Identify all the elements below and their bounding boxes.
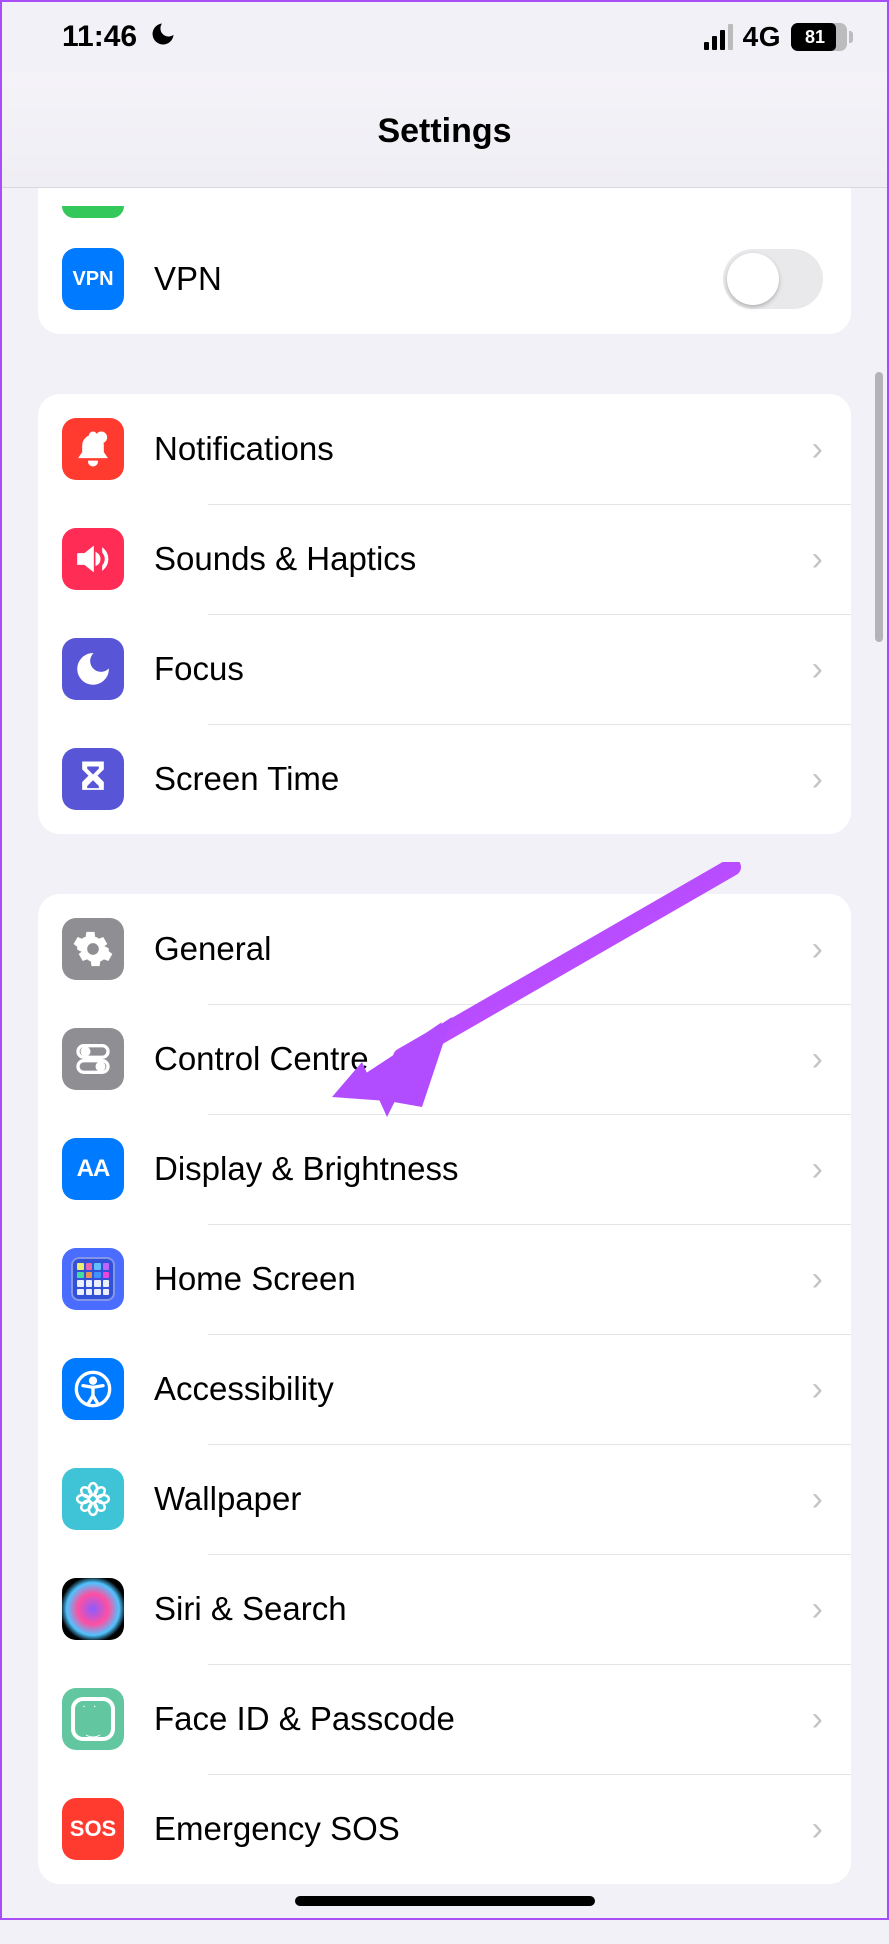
moon-icon	[62, 638, 124, 700]
row-label: Wallpaper	[154, 1480, 812, 1518]
chevron-right-icon: ›	[812, 650, 823, 689]
row-face-id-passcode[interactable]: Face ID & Passcode ›	[38, 1664, 851, 1774]
chevron-right-icon: ›	[812, 930, 823, 969]
row-label: Screen Time	[154, 760, 812, 798]
settings-group-alerts: Notifications › Sounds & Haptics › Focus…	[38, 394, 851, 834]
page-title: Settings	[2, 72, 887, 188]
sos-icon: SOS	[62, 1798, 124, 1860]
scroll-indicator	[875, 372, 883, 642]
cellular-signal-icon	[704, 24, 733, 50]
siri-icon	[62, 1578, 124, 1640]
row-notifications[interactable]: Notifications ›	[38, 394, 851, 504]
chevron-right-icon: ›	[812, 760, 823, 799]
chevron-right-icon: ›	[812, 1700, 823, 1739]
home-grid-icon	[62, 1248, 124, 1310]
network-type: 4G	[743, 21, 781, 53]
row-screen-time[interactable]: Screen Time ›	[38, 724, 851, 834]
row-label: General	[154, 930, 812, 968]
vpn-icon: VPN	[62, 248, 124, 310]
flower-icon	[62, 1468, 124, 1530]
hourglass-icon	[62, 748, 124, 810]
face-id-icon	[62, 1688, 124, 1750]
row-label: Focus	[154, 650, 812, 688]
battery-icon: 81	[791, 23, 847, 51]
chevron-right-icon: ›	[812, 540, 823, 579]
row-wallpaper[interactable]: Wallpaper ›	[38, 1444, 851, 1554]
row-general[interactable]: General ›	[38, 894, 851, 1004]
row-emergency-sos[interactable]: SOS Emergency SOS ›	[38, 1774, 851, 1884]
chevron-right-icon: ›	[812, 1370, 823, 1409]
status-time: 11:46	[62, 20, 137, 54]
text-size-icon: AA	[62, 1138, 124, 1200]
row-label: Sounds & Haptics	[154, 540, 812, 578]
accessibility-icon	[62, 1358, 124, 1420]
chevron-right-icon: ›	[812, 1260, 823, 1299]
battery-percent: 81	[787, 27, 843, 48]
row-display-brightness[interactable]: AA Display & Brightness ›	[38, 1114, 851, 1224]
personal-hotspot-icon-partial	[62, 206, 124, 218]
do-not-disturb-icon	[149, 20, 177, 55]
chevron-right-icon: ›	[812, 1040, 823, 1079]
chevron-right-icon: ›	[812, 1590, 823, 1629]
row-sounds-haptics[interactable]: Sounds & Haptics ›	[38, 504, 851, 614]
gear-icon	[62, 918, 124, 980]
row-siri-search[interactable]: Siri & Search ›	[38, 1554, 851, 1664]
row-label: Siri & Search	[154, 1590, 812, 1628]
bell-icon	[62, 418, 124, 480]
settings-group-connectivity: VPN VPN	[38, 188, 851, 334]
chevron-right-icon: ›	[812, 1810, 823, 1849]
row-label: Accessibility	[154, 1370, 812, 1408]
chevron-right-icon: ›	[812, 430, 823, 469]
row-home-screen[interactable]: Home Screen ›	[38, 1224, 851, 1334]
row-label: Display & Brightness	[154, 1150, 812, 1188]
status-bar: 11:46 4G 81	[2, 2, 887, 72]
row-label: Emergency SOS	[154, 1810, 812, 1848]
row-label: Face ID & Passcode	[154, 1700, 812, 1738]
chevron-right-icon: ›	[812, 1150, 823, 1189]
row-label: Control Centre	[154, 1040, 812, 1078]
home-indicator	[295, 1896, 595, 1906]
switches-icon	[62, 1028, 124, 1090]
chevron-right-icon: ›	[812, 1480, 823, 1519]
row-focus[interactable]: Focus ›	[38, 614, 851, 724]
speaker-icon	[62, 528, 124, 590]
row-label: Notifications	[154, 430, 812, 468]
row-label: VPN	[154, 260, 723, 298]
row-control-centre[interactable]: Control Centre ›	[38, 1004, 851, 1114]
settings-group-device: General › Control Centre › AA Display & …	[38, 894, 851, 1884]
vpn-toggle[interactable]	[723, 249, 823, 309]
row-label: Home Screen	[154, 1260, 812, 1298]
row-accessibility[interactable]: Accessibility ›	[38, 1334, 851, 1444]
row-vpn[interactable]: VPN VPN	[38, 224, 851, 334]
